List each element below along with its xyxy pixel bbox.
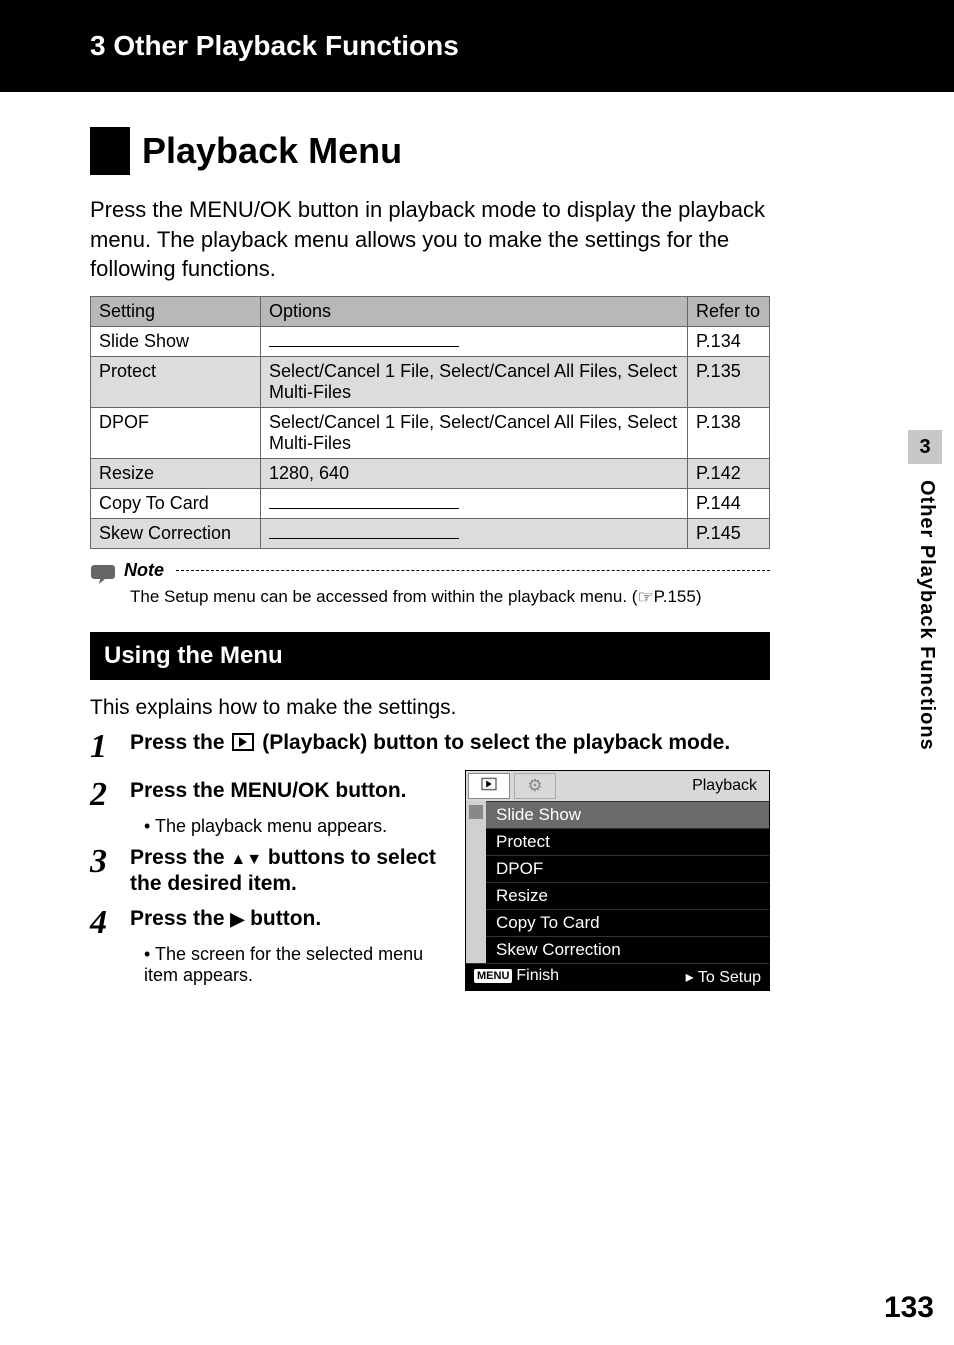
reference-hand-icon: ☞ (637, 587, 653, 608)
step-3: 3 Press the buttons to select the desire… (90, 845, 447, 898)
pb-item: DPOF (486, 855, 769, 882)
pb-item: Protect (486, 828, 769, 855)
pb-tab-setup-icon: ⚙ (514, 773, 556, 799)
step-number: 1 (90, 730, 130, 764)
note-header: Note (90, 559, 770, 581)
page-number: 133 (884, 1291, 934, 1325)
note-dash-line (176, 570, 770, 571)
settings-table: Setting Options Refer to Slide Show P.13… (90, 296, 770, 549)
pb-head-label: Playback (558, 771, 769, 801)
pb-item: Slide Show (486, 801, 769, 828)
step-1: 1 Press the (Playback) button to select … (90, 730, 770, 764)
table-row: Skew Correction P.145 (91, 519, 770, 549)
title-section: Playback Menu (90, 127, 770, 175)
playback-icon (481, 778, 496, 791)
intro-paragraph: Press the MENU/OK button in playback mod… (90, 195, 770, 284)
subheading: Using the Menu (90, 632, 770, 680)
table-row: Resize 1280, 640 P.142 (91, 459, 770, 489)
table-row: Protect Select/Cancel 1 File, Select/Can… (91, 357, 770, 408)
playback-menu-screenshot: ⚙ Playback Slide Show Protect DPOF Resiz… (465, 770, 770, 991)
table-row: DPOF Select/Cancel 1 File, Select/Cancel… (91, 408, 770, 459)
chapter-title: 3 Other Playback Functions (90, 30, 459, 61)
note-text: The Setup menu can be accessed from with… (130, 587, 770, 608)
dash-icon (269, 346, 459, 347)
chapter-header: 3 Other Playback Functions (0, 0, 954, 92)
steps-list: 1 Press the (Playback) button to select … (90, 730, 770, 991)
playback-icon (232, 733, 254, 751)
dash-icon (269, 508, 459, 509)
page-title: Playback Menu (142, 130, 402, 172)
pb-footer: MENUFinish ▸ To Setup (466, 963, 769, 990)
pb-scroll-indicator (469, 805, 483, 819)
step-4-bullet: • The screen for the selected menu item … (144, 944, 447, 986)
th-refer: Refer to (688, 297, 770, 327)
table-row: Slide Show P.134 (91, 327, 770, 357)
pb-tab-bar: ⚙ Playback (466, 771, 769, 801)
pb-foot-right: ▸ To Setup (686, 967, 761, 987)
step-2-bullet: • The playback menu appears. (144, 816, 447, 837)
pb-item: Skew Correction (486, 936, 769, 963)
title-marker (90, 127, 130, 175)
pb-item: Resize (486, 882, 769, 909)
th-setting: Setting (91, 297, 261, 327)
step-number: 4 (90, 906, 130, 940)
menu-badge: MENU (474, 969, 512, 983)
triangle-up-icon (230, 846, 246, 869)
pb-items: Slide Show Protect DPOF Resize Copy To C… (486, 801, 769, 963)
table-row: Copy To Card P.144 (91, 489, 770, 519)
sub-intro: This explains how to make the settings. (90, 696, 770, 720)
note-bubble-icon (90, 563, 116, 585)
step-number: 2 (90, 778, 130, 812)
triangle-right-icon (230, 907, 244, 930)
side-tab-text: Other Playback Functions (915, 480, 938, 751)
pb-item: Copy To Card (486, 909, 769, 936)
th-options: Options (261, 297, 688, 327)
step-number: 3 (90, 845, 130, 898)
note-label: Note (124, 560, 164, 581)
pb-scroll-rail (466, 801, 486, 963)
dash-icon (269, 538, 459, 539)
side-tab-number: 3 (908, 430, 942, 464)
step-2: 2 Press the MENU/OK button. (90, 778, 447, 812)
step-4: 4 Press the button. (90, 906, 447, 940)
pb-tab-active-icon (468, 773, 510, 799)
triangle-down-icon (246, 846, 262, 869)
